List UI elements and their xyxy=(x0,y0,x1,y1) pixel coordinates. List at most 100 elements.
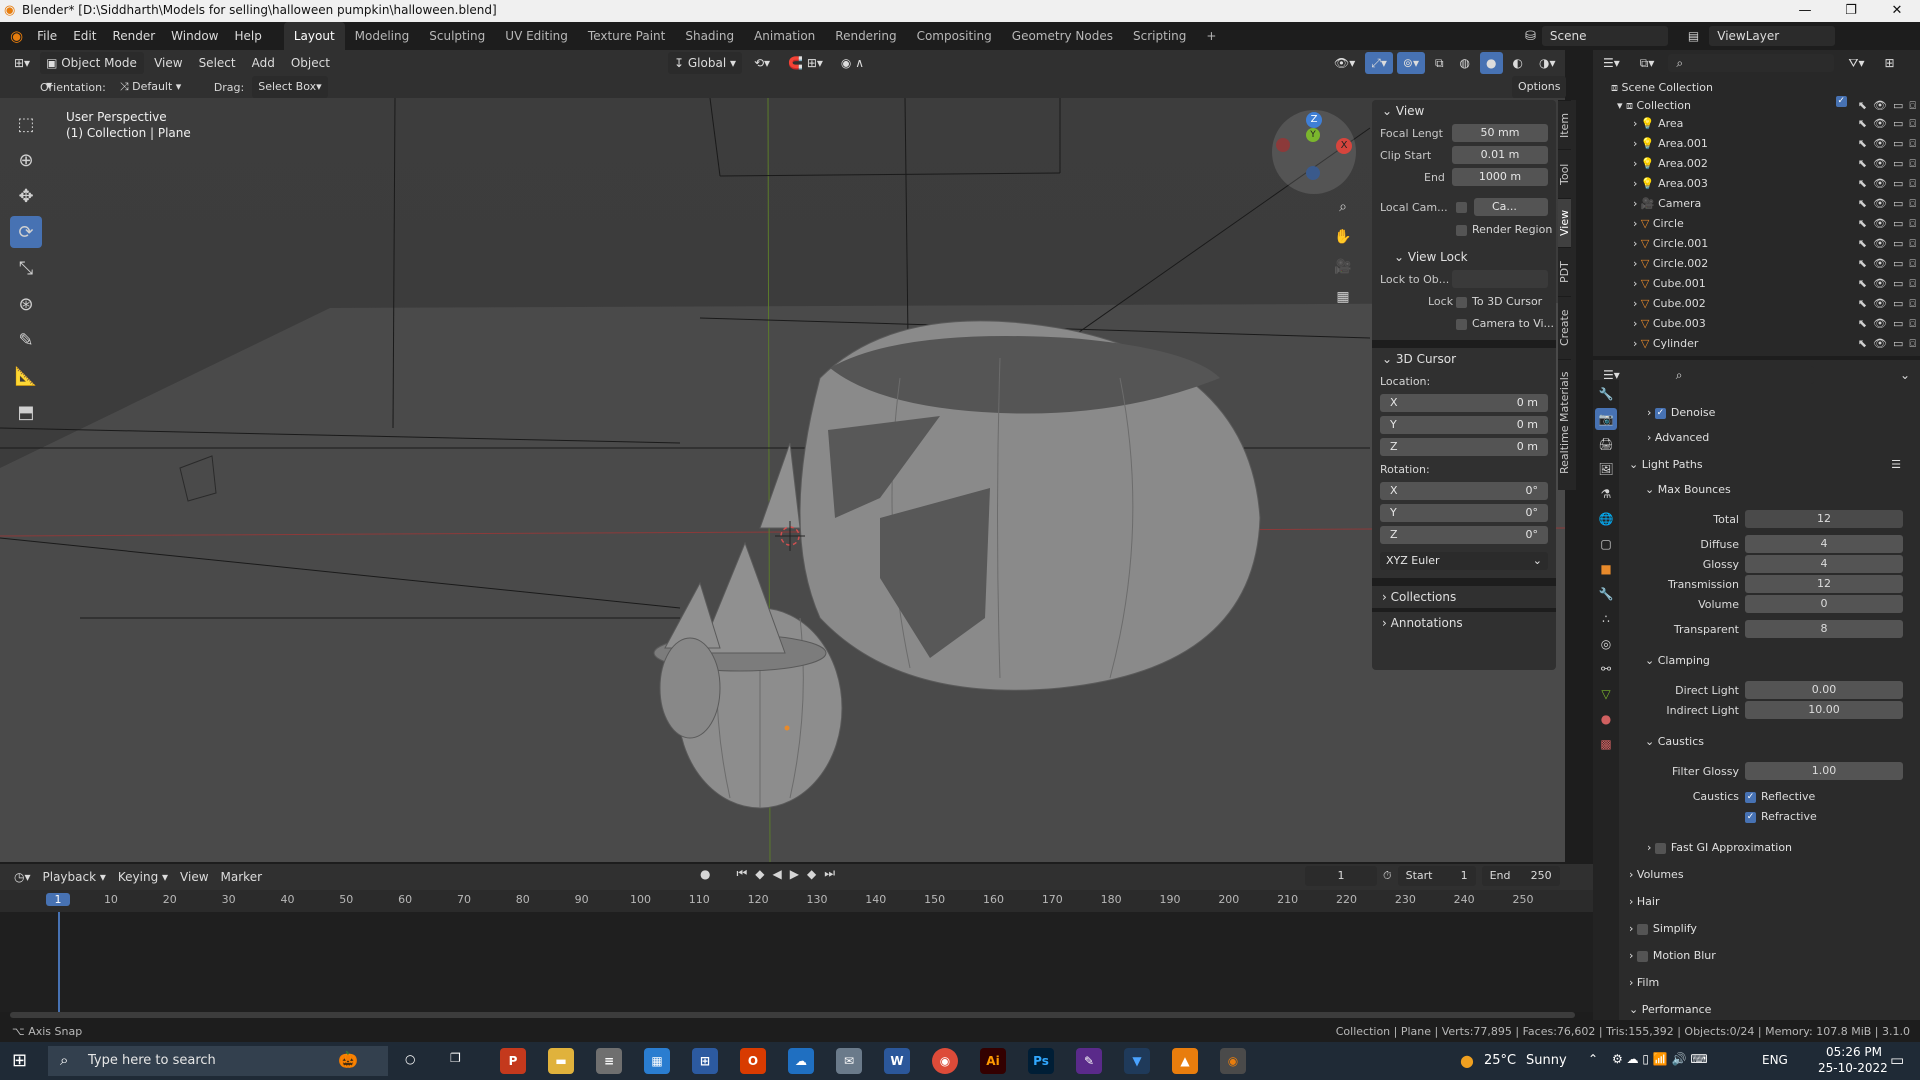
taskbar-search-box[interactable]: ⌕ Type here to search 🎃 xyxy=(48,1046,388,1076)
outliner-item-area-002[interactable]: › 💡 Area.002 ⬉ 👁 ▭ ⌼ xyxy=(1593,154,1920,174)
monitor-icon[interactable]: ▭ xyxy=(1893,294,1903,314)
stopwatch-icon[interactable]: ⏱ xyxy=(1383,869,1392,883)
select-arrow-icon[interactable]: ⬉ xyxy=(1858,274,1867,294)
render-camera-icon[interactable]: ⌼ xyxy=(1909,174,1916,194)
collection-exclude-checkbox[interactable]: ✓ xyxy=(1835,96,1847,107)
expand-arrow-icon[interactable]: › xyxy=(1593,257,1641,270)
monitor-icon[interactable]: ▭ xyxy=(1893,214,1903,234)
perspective-grid-icon[interactable]: ▦ xyxy=(1330,284,1356,310)
volume-field[interactable]: 0 xyxy=(1745,595,1903,613)
monitor-icon[interactable]: ▭ xyxy=(1893,274,1903,294)
expand-arrow-icon[interactable]: › xyxy=(1593,157,1641,170)
zoom-icon[interactable]: ⌕ xyxy=(1330,194,1356,220)
local-camera-checkbox[interactable] xyxy=(1456,202,1467,213)
render-camera-icon[interactable]: ⌼ xyxy=(1909,274,1916,294)
vlc-icon[interactable]: ▲ xyxy=(1172,1048,1198,1074)
physics-properties-icon[interactable]: ◎ xyxy=(1595,633,1617,655)
eye-icon[interactable]: 👁 xyxy=(1873,294,1887,314)
tab-geometry-nodes[interactable]: Geometry Nodes xyxy=(1002,22,1123,50)
timeline-scrollbar[interactable] xyxy=(10,1012,1575,1018)
list-icon[interactable]: ☰ xyxy=(1891,454,1915,476)
direct-light-field[interactable]: 0.00 xyxy=(1745,681,1903,699)
weather-text[interactable]: Sunny xyxy=(1526,1053,1567,1068)
eye-icon[interactable]: 👁 xyxy=(1873,96,1887,116)
timeline-ruler[interactable]: 1 10 20 30 40 50 60 70 80 90 100 110 120 130 140 150 160… xyxy=(0,890,1593,912)
editor-type-button[interactable]: ⊞▾ xyxy=(8,52,36,74)
rendered-shading-button[interactable]: ◑▾ xyxy=(1533,52,1562,74)
render-camera-icon[interactable]: ⌼ xyxy=(1909,334,1916,354)
gizmo-y-axis[interactable]: Y xyxy=(1306,128,1320,142)
pan-hand-icon[interactable]: ✋ xyxy=(1330,224,1356,250)
tab-tool[interactable]: Tool xyxy=(1558,149,1571,198)
tray-chevron-icon[interactable]: ⌃ xyxy=(1588,1052,1598,1066)
tab-texture-paint[interactable]: Texture Paint xyxy=(578,22,675,50)
view-layer-properties-icon[interactable]: 🖼 xyxy=(1595,458,1617,480)
app3-icon[interactable]: ▼ xyxy=(1124,1048,1150,1074)
tab-rendering[interactable]: Rendering xyxy=(825,22,906,50)
end-frame-field[interactable]: End 250 xyxy=(1481,866,1560,886)
tab-view[interactable]: View xyxy=(1558,198,1571,247)
calculator-icon[interactable]: ▦ xyxy=(644,1048,670,1074)
jump-end-icon[interactable]: ⏭ xyxy=(824,866,835,881)
collections-header[interactable]: › Collections xyxy=(1372,586,1556,608)
eye-icon[interactable]: 👁 xyxy=(1873,234,1887,254)
gizmo-toggle-button[interactable]: ⤢▾ xyxy=(1365,52,1393,74)
rotate-tool-icon[interactable]: ⟳ xyxy=(10,216,42,248)
menu-edit[interactable]: Edit xyxy=(65,22,104,50)
app2-icon[interactable]: ✎ xyxy=(1076,1048,1102,1074)
timeline-keyframe-area[interactable] xyxy=(0,912,1593,1012)
cursor-loc-y[interactable]: Y 0 m xyxy=(1372,416,1556,436)
file-explorer-icon[interactable]: ▬ xyxy=(548,1048,574,1074)
focal-length-field[interactable]: 50 mm xyxy=(1452,124,1548,142)
record-icon[interactable]: ● xyxy=(700,867,710,881)
mode-selector[interactable]: ▣ Object Mode ▾ xyxy=(40,52,145,92)
monitor-icon[interactable]: ▭ xyxy=(1893,194,1903,214)
outliner-editor-type-button[interactable]: ☰▾ xyxy=(1597,52,1626,74)
mail-icon[interactable]: ✉ xyxy=(836,1048,862,1074)
filter-icon[interactable]: ⛛▾ xyxy=(1842,52,1870,74)
volumes-section[interactable]: › Volumes xyxy=(1625,864,1915,886)
filter-glossy-field[interactable]: 1.00 xyxy=(1745,762,1903,780)
outliner-item-circle[interactable]: › ▽ Circle ⬉ 👁 ▭ ⌼ xyxy=(1593,214,1920,234)
new-collection-icon[interactable]: ⊞ xyxy=(1878,52,1900,74)
close-button[interactable]: ✕ xyxy=(1874,0,1920,22)
glossy-field[interactable]: 4 xyxy=(1745,555,1903,573)
caustics-section[interactable]: ⌄ Caustics xyxy=(1625,731,1915,753)
monitor-icon[interactable]: ▭ xyxy=(1893,134,1903,154)
motion-blur-section[interactable]: › Motion Blur xyxy=(1625,945,1915,967)
simplify-checkbox[interactable] xyxy=(1636,923,1648,935)
light-paths-section[interactable]: ⌄ Light Paths ☰ xyxy=(1625,454,1915,476)
menu-marker[interactable]: Marker xyxy=(215,866,268,888)
outliner-item-area-001[interactable]: › 💡 Area.001 ⬉ 👁 ▭ ⌼ xyxy=(1593,134,1920,154)
gizmo-neg-z-axis[interactable] xyxy=(1306,166,1320,180)
clock-time[interactable]: 05:26 PM xyxy=(1826,1045,1882,1059)
eye-icon[interactable]: 👁 xyxy=(1873,254,1887,274)
navigation-gizmo[interactable]: Z X Y xyxy=(1272,110,1356,194)
pivot-point-button[interactable]: ⟲▾ xyxy=(748,52,776,74)
monitor-icon[interactable]: ▭ xyxy=(1893,154,1903,174)
solid-shading-button[interactable]: ● xyxy=(1480,52,1503,74)
expand-arrow-icon[interactable]: › xyxy=(1593,317,1641,330)
maximize-button[interactable]: ❐ xyxy=(1828,0,1874,22)
playhead[interactable] xyxy=(58,912,60,1012)
expand-arrow-icon[interactable]: › xyxy=(1593,277,1641,290)
camera-to-view-toggle[interactable]: Camera to Vi... xyxy=(1456,317,1554,330)
visibility-button[interactable]: 👁▾ xyxy=(1328,52,1361,74)
scene-selector[interactable]: Scene xyxy=(1541,26,1668,46)
tray-icons[interactable]: ⚙ ☁ ▯ 📶 🔊 ⌨ xyxy=(1612,1052,1708,1066)
expand-arrow-icon[interactable]: › xyxy=(1593,297,1641,310)
fast-gi-checkbox[interactable] xyxy=(1654,842,1666,854)
overlays-toggle-button[interactable]: ⊚▾ xyxy=(1396,52,1425,74)
refractive-toggle[interactable]: ✓ Refractive xyxy=(1745,807,1817,827)
jump-start-icon[interactable]: ⏮ xyxy=(736,866,747,881)
eye-icon[interactable]: 👁 xyxy=(1873,174,1887,194)
cursor-rot-x-field[interactable]: X 0° xyxy=(1380,482,1548,500)
select-arrow-icon[interactable]: ⬉ xyxy=(1858,174,1867,194)
monitor-icon[interactable]: ▭ xyxy=(1893,234,1903,254)
tab-scripting[interactable]: Scripting xyxy=(1123,22,1196,50)
properties-search-input[interactable]: ⌕ xyxy=(1667,366,1814,384)
blender-taskbar-icon[interactable]: ◉ xyxy=(1220,1048,1246,1074)
onedrive-icon[interactable]: ☁ xyxy=(788,1048,814,1074)
start-frame-field[interactable]: Start 1 xyxy=(1397,866,1476,886)
transform-orientation-selector[interactable]: ↧ Global ▾ xyxy=(668,52,742,74)
